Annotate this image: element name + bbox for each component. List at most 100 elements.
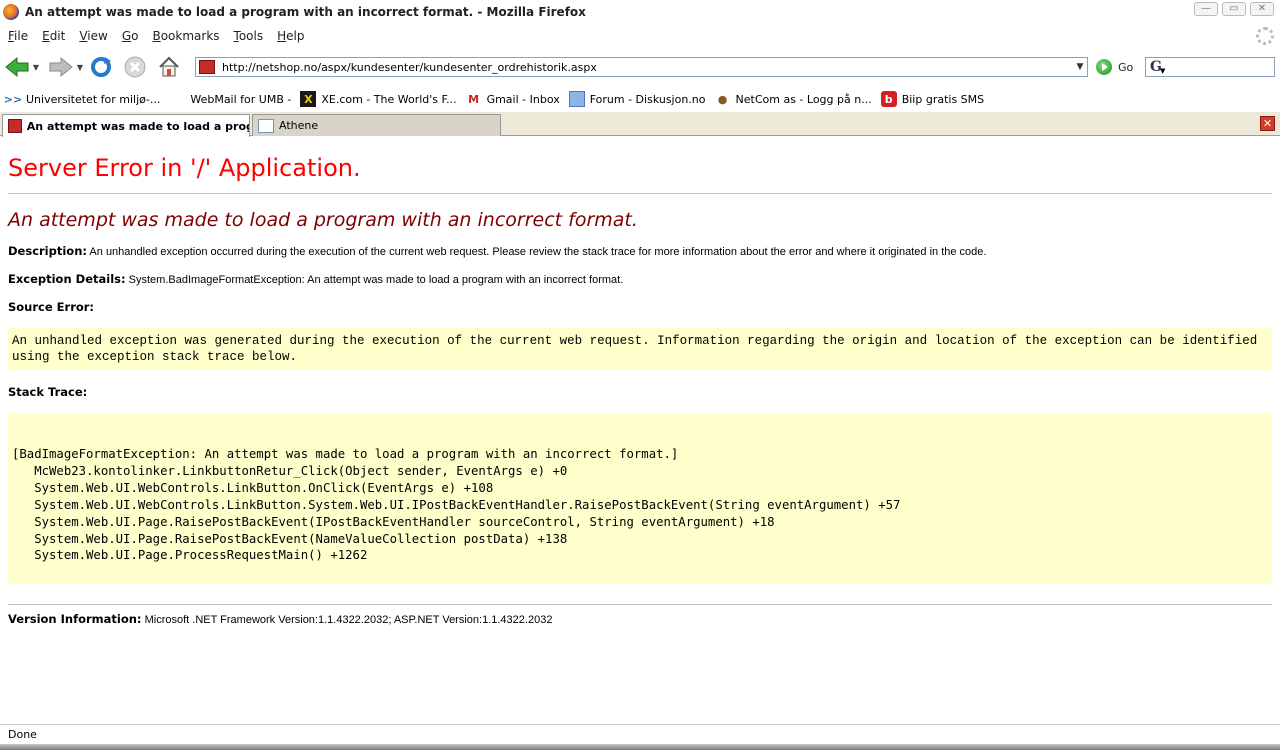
search-engine-dropdown-icon[interactable]: ▼ [1160, 67, 1165, 75]
navigation-toolbar: ▼ ▼ http://netshop.no/aspx/kundesenter/k… [0, 48, 1280, 86]
bookmark-item[interactable]: WebMail for UMB - [169, 91, 291, 107]
forward-arrow-icon [49, 56, 73, 78]
back-button[interactable] [3, 53, 31, 81]
bookmark-label: WebMail for UMB - [190, 92, 292, 106]
version-information: Version Information: Microsoft .NET Fram… [8, 612, 1272, 626]
version-label: Version Information: [8, 612, 142, 627]
go-arrow-icon [1096, 59, 1112, 75]
forward-button[interactable] [47, 53, 75, 81]
stack-line: System.Web.UI.WebControls.LinkButton.Sys… [12, 497, 901, 512]
stack-trace-paragraph: Stack Trace: [8, 385, 1272, 400]
page-title: Server Error in '/' Application. [8, 154, 361, 182]
menu-file-label: ile [14, 29, 29, 43]
exception-text: System.BadImageFormatException: An attem… [125, 274, 624, 286]
source-error-paragraph: Source Error: [8, 300, 1272, 315]
divider [8, 193, 1272, 194]
tab-label: Athene [279, 119, 319, 132]
reload-button[interactable] [87, 53, 115, 81]
close-tab-button[interactable]: ✕ [1260, 116, 1275, 131]
back-arrow-icon [5, 56, 29, 78]
bookmark-label: XE.com - The World's F... [321, 92, 457, 106]
home-icon [159, 56, 179, 77]
stack-trace-label: Stack Trace: [8, 385, 88, 399]
menu-tools[interactable]: Tools [234, 29, 264, 43]
minimize-button[interactable]: — [1194, 2, 1218, 16]
stack-line: System.Web.UI.WebControls.LinkButton.OnC… [12, 480, 494, 495]
status-text: Done [8, 728, 37, 741]
menu-bookmarks-label: ookmarks [160, 29, 220, 43]
version-text: Microsoft .NET Framework Version:1.1.432… [141, 614, 553, 627]
menu-edit-label: dit [49, 29, 66, 43]
blank-page-icon [258, 118, 274, 133]
go-button[interactable]: Go [1096, 57, 1133, 77]
error-title: An attempt was made to load a program wi… [8, 209, 638, 231]
bookmarks-toolbar: >> Universitetet for miljø-... WebMail f… [0, 88, 1280, 110]
blank-page-icon [169, 91, 185, 107]
menu-bar: File Edit View Go Bookmarks Tools Help [0, 24, 1280, 48]
exception-details-paragraph: Exception Details: System.BadImageFormat… [8, 272, 1272, 287]
tab-bar: An attempt was made to load a program...… [0, 112, 1280, 137]
menu-edit[interactable]: Edit [42, 29, 65, 43]
menu-help-key: H [277, 29, 287, 43]
tab-label: An attempt was made to load a program... [26, 119, 249, 133]
bookmark-label: Gmail - Inbox [486, 92, 560, 106]
stop-icon [124, 56, 146, 78]
home-button[interactable] [155, 53, 183, 81]
stack-line: [BadImageFormatException: An attempt was… [12, 447, 679, 461]
close-window-button[interactable]: ✕ [1250, 2, 1274, 16]
site-favicon-icon [199, 60, 215, 74]
bookmark-item[interactable]: >> Universitetet for miljø-... [3, 91, 161, 107]
url-bar[interactable]: http://netshop.no/aspx/kundesenter/kunde… [195, 57, 1088, 77]
menu-edit-key: E [42, 29, 50, 43]
description-paragraph: Description: An unhandled exception occu… [8, 244, 1272, 259]
bookmark-item[interactable]: ● NetCom as - Logg på n... [715, 91, 872, 107]
stack-line: System.Web.UI.Page.RaisePostBackEvent(Na… [12, 531, 568, 546]
stack-line: System.Web.UI.Page.ProcessRequestMain() … [12, 548, 368, 563]
tab-active[interactable]: An attempt was made to load a program... [2, 114, 250, 137]
bookmark-item[interactable]: Forum - Diskusjon.no [568, 91, 706, 107]
site-favicon-icon [8, 119, 22, 133]
description-label: Description: [8, 244, 87, 258]
status-bar: Done [0, 724, 1280, 744]
menu-file[interactable]: File [8, 29, 28, 43]
stack-trace-box: [BadImageFormatException: An attempt was… [8, 413, 1272, 585]
bookmark-item[interactable]: X XE.com - The World's F... [300, 91, 457, 107]
bookmark-label: Forum - Diskusjon.no [589, 92, 706, 106]
taskbar-edge [0, 744, 1280, 750]
firefox-icon [3, 4, 19, 20]
menu-view-label: iew [87, 29, 108, 43]
stop-button[interactable] [121, 53, 149, 81]
stack-line: McWeb23.kontolinker.LinkbuttonRetur_Clic… [12, 463, 568, 478]
exception-label: Exception Details: [8, 272, 126, 286]
window-controls: — ▭ ✕ [1194, 2, 1274, 16]
back-history-dropdown[interactable]: ▼ [31, 63, 41, 72]
maximize-button[interactable]: ▭ [1222, 2, 1246, 16]
menu-go[interactable]: Go [122, 29, 139, 43]
bookmark-label: Universitetet for miljø-... [26, 92, 161, 106]
url-text[interactable]: http://netshop.no/aspx/kundesenter/kunde… [222, 61, 1073, 74]
page-content: Server Error in '/' Application. An atte… [0, 137, 1280, 723]
url-dropdown-button[interactable]: ▼ [1073, 62, 1087, 72]
xe-icon: X [300, 91, 317, 107]
menu-go-label: o [131, 29, 139, 43]
menu-go-key: G [121, 29, 132, 43]
stack-line: System.Web.UI.Page.RaisePostBackEvent(IP… [12, 514, 775, 529]
menu-tools-label: ools [238, 29, 264, 43]
forward-history-dropdown[interactable]: ▼ [75, 63, 85, 72]
double-chevron-icon: >> [3, 92, 23, 106]
menu-bookmarks[interactable]: Bookmarks [152, 29, 219, 43]
bookmark-label: NetCom as - Logg på n... [735, 92, 872, 106]
biip-icon: b [880, 91, 897, 107]
reload-icon [91, 57, 111, 77]
bookmark-item[interactable]: b Biip gratis SMS [880, 91, 985, 107]
window-title: An attempt was made to load a program wi… [25, 5, 586, 19]
menu-help[interactable]: Help [277, 29, 304, 43]
go-label: Go [1118, 60, 1134, 74]
description-text: An unhandled exception occurred during t… [86, 246, 987, 258]
menu-bookmarks-key: B [152, 29, 161, 43]
search-box[interactable]: G ▼ [1145, 57, 1275, 77]
bookmark-item[interactable]: M Gmail - Inbox [466, 91, 560, 107]
bookmark-label: Biip gratis SMS [901, 92, 985, 106]
tab-athene[interactable]: Athene [252, 114, 501, 136]
menu-view[interactable]: View [79, 29, 107, 43]
